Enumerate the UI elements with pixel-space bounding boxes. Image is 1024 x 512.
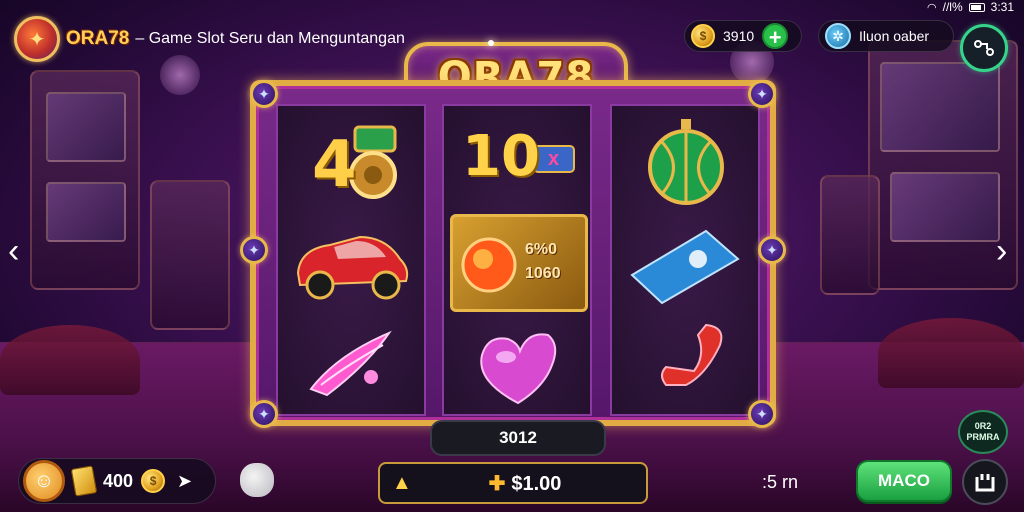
- 10x-multiplier-symbol: 10 x: [456, 114, 580, 210]
- bg-stool-right: [878, 318, 1024, 388]
- lines-indicator: :5 rn: [762, 472, 799, 492]
- bracket-icon: [975, 474, 995, 492]
- frame-star-icon: ✦: [758, 236, 786, 264]
- wifi-icon: ◠: [927, 1, 937, 14]
- promo-badge-line-1: 0R2: [974, 421, 992, 431]
- multiplier-x: x: [548, 148, 560, 170]
- brand-header: ✦ ORA78 – Game Slot Seru dan Menguntanga…: [14, 16, 405, 62]
- brand-name: ORA78: [66, 28, 130, 49]
- reel-3: [610, 104, 760, 416]
- bet-display: 3012: [430, 420, 606, 456]
- pink-feather-symbol: [290, 312, 414, 408]
- warning-icon: ▲: [392, 472, 412, 494]
- brand-tagline: – Game Slot Seru dan Menguntangan: [135, 30, 405, 47]
- symbol-4-text: 4: [312, 128, 357, 202]
- status-bar: ◠ //l% 3:31: [927, 0, 1014, 14]
- leaderboard-pill[interactable]: ✲ Iluon oaber: [818, 20, 954, 52]
- frame-star-icon: ✦: [250, 400, 278, 428]
- golden-4-symbol: 4: [290, 114, 414, 210]
- multiplier-number: 10: [462, 124, 540, 189]
- win-amount: $1.00: [511, 472, 562, 495]
- leaderboard-label: Iluon oaber: [859, 28, 930, 44]
- previous-arrow-icon[interactable]: ‹: [8, 232, 19, 271]
- player-balance-pill: ☺ 400 $ ➤: [18, 458, 216, 504]
- battery-icon: [968, 2, 985, 12]
- win-value: ✚ $1.00: [416, 471, 634, 496]
- slot-machine-frame: 4 10 x 6%0 1060 ✦ ✦ ✦ ✦ ✦ ✦: [240, 80, 786, 428]
- jackpot-line-1: 6%0: [525, 241, 558, 258]
- reel-2: 10 x 6%0 1060: [442, 104, 592, 416]
- menu-button[interactable]: [960, 24, 1008, 72]
- bg-slot-cabinet-left: [30, 70, 140, 290]
- reel-1: 4: [276, 104, 426, 416]
- frame-star-icon: ✦: [250, 80, 278, 108]
- purple-heart-symbol: [456, 318, 580, 414]
- balance-value: 400: [103, 470, 134, 491]
- coin-balance: 3910: [723, 28, 755, 44]
- frame-star-icon: ✦: [240, 236, 268, 264]
- brand-logo-icon: ✦: [14, 16, 60, 62]
- gold-bar-icon: [70, 465, 98, 497]
- jackpot-line-2: 1060: [525, 265, 561, 282]
- frame-star-icon: ✦: [748, 80, 776, 108]
- frame-star-icon: ✦: [748, 400, 776, 428]
- coin-icon: $: [141, 469, 166, 493]
- coin-balance-pill: $ 3910 +: [684, 20, 802, 52]
- route-icon: [974, 40, 994, 56]
- bg-slot-cabinet-right-2: [820, 175, 880, 295]
- promo-badge-line-2: PRMRA: [966, 432, 1000, 442]
- promo-badge[interactable]: 0R2 PRMRA: [958, 410, 1008, 454]
- avatar[interactable]: ☺: [23, 460, 65, 502]
- add-coins-button[interactable]: +: [762, 23, 789, 50]
- plane-icon[interactable]: ➤: [177, 471, 192, 492]
- splash-icon[interactable]: [240, 463, 274, 497]
- bg-stool-left: [0, 325, 140, 395]
- coin-icon: $: [691, 24, 715, 48]
- red-ribbon-symbol: [624, 312, 748, 408]
- spin-button[interactable]: MACO: [856, 460, 952, 502]
- win-display: ▲ ✚ $1.00: [378, 462, 648, 504]
- blue-ticket-symbol: [624, 216, 748, 312]
- gift-icon: ✚: [488, 472, 506, 495]
- exit-button[interactable]: [962, 459, 1008, 505]
- bg-slot-cabinet-left-2: [150, 180, 230, 330]
- red-car-symbol: [290, 216, 414, 312]
- sparkle-icon: [488, 40, 494, 46]
- next-arrow-icon[interactable]: ›: [996, 232, 1007, 271]
- fireball-jackpot-symbol: 6%0 1060: [450, 214, 588, 312]
- signal-text: //l%: [942, 0, 963, 14]
- green-lantern-symbol: [624, 114, 748, 210]
- globe-icon: ✲: [825, 23, 851, 49]
- clock: 3:31: [990, 0, 1014, 14]
